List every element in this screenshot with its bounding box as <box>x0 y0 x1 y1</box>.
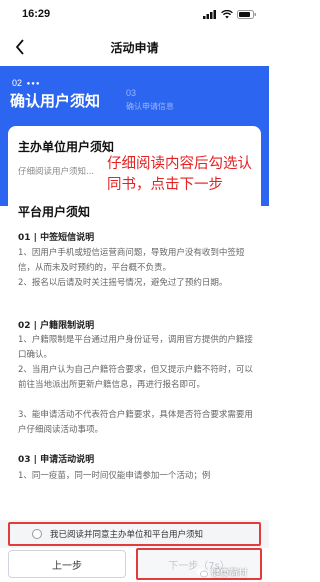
host-notice-title: 主办单位用户须知 <box>18 140 115 154</box>
status-time: 16:29 <box>22 8 51 20</box>
wechat-logo-icon <box>196 568 208 577</box>
instruction-annotation: 仔细阅读内容后勾选认同书，点击下一步 <box>107 156 252 193</box>
nav-bar: 活动申请 <box>0 28 269 66</box>
wifi-icon <box>221 9 233 18</box>
next-step-number: 03 <box>126 88 137 98</box>
status-bar: 16:29 <box>0 0 269 28</box>
platform-notice-title: 平台用户须知 <box>18 205 91 219</box>
section-paragraph: 1、同一疫苗，同一时间仅能申请参加一个活动；例 <box>18 471 211 481</box>
previous-step-button[interactable]: 上一步 <box>8 550 126 578</box>
step-dots: ●●● <box>24 80 41 87</box>
current-step-title: 确认用户须知 <box>10 92 101 110</box>
section-paragraph: 3、能申请活动不代表符合户籍要求，具体是否符合要求需要用户仔细阅读活动事项。 <box>18 410 253 435</box>
section-title: 03 | 申请活动说明 <box>18 455 95 465</box>
section-paragraph: 1、户籍限制是平台通过用户身份证号，调用官方提供的户籍接口确认。 <box>18 335 253 360</box>
battery-icon <box>237 9 256 19</box>
chevron-left-icon <box>15 39 24 55</box>
watermark-text: 健康荷村 <box>211 569 248 579</box>
agreement-checkbox[interactable] <box>32 529 42 539</box>
page-title: 活动申请 <box>110 40 159 55</box>
next-step-title: 确认申请信息 <box>126 102 174 111</box>
section-title: 01 | 中签短信说明 <box>18 233 95 243</box>
section-paragraph: 2、报名以后请及时关注摇号情况，避免过了预约日期。 <box>18 278 228 288</box>
section-paragraph: 2、当用户认为自己户籍符合要求，但又提示户籍不符时，可以前往当地派出所更新户籍信… <box>18 365 253 390</box>
status-icons <box>203 9 257 19</box>
signal-icon <box>203 9 216 19</box>
host-notice-subtext: 仔细阅读用户须知... <box>18 167 95 177</box>
agreement-checkbox-row[interactable]: 我已阅读并同意主办单位和平台用户须知 <box>8 522 261 546</box>
current-step-number: 02 ●●● <box>12 78 41 88</box>
section-paragraph: 1、因用户手机或短信运营商问题，导致用户没有收到中签短信，从而未及时预约的，平台… <box>18 248 245 273</box>
section-title: 02 | 户籍限制说明 <box>18 321 95 331</box>
agreement-bar: 我已阅读并同意主办单位和平台用户须知 <box>0 520 269 548</box>
watermark: 健康荷村 <box>196 566 247 579</box>
agreement-label: 我已阅读并同意主办单位和平台用户须知 <box>50 530 204 540</box>
current-step-num-text: 02 <box>12 78 23 88</box>
back-button[interactable] <box>10 36 30 58</box>
